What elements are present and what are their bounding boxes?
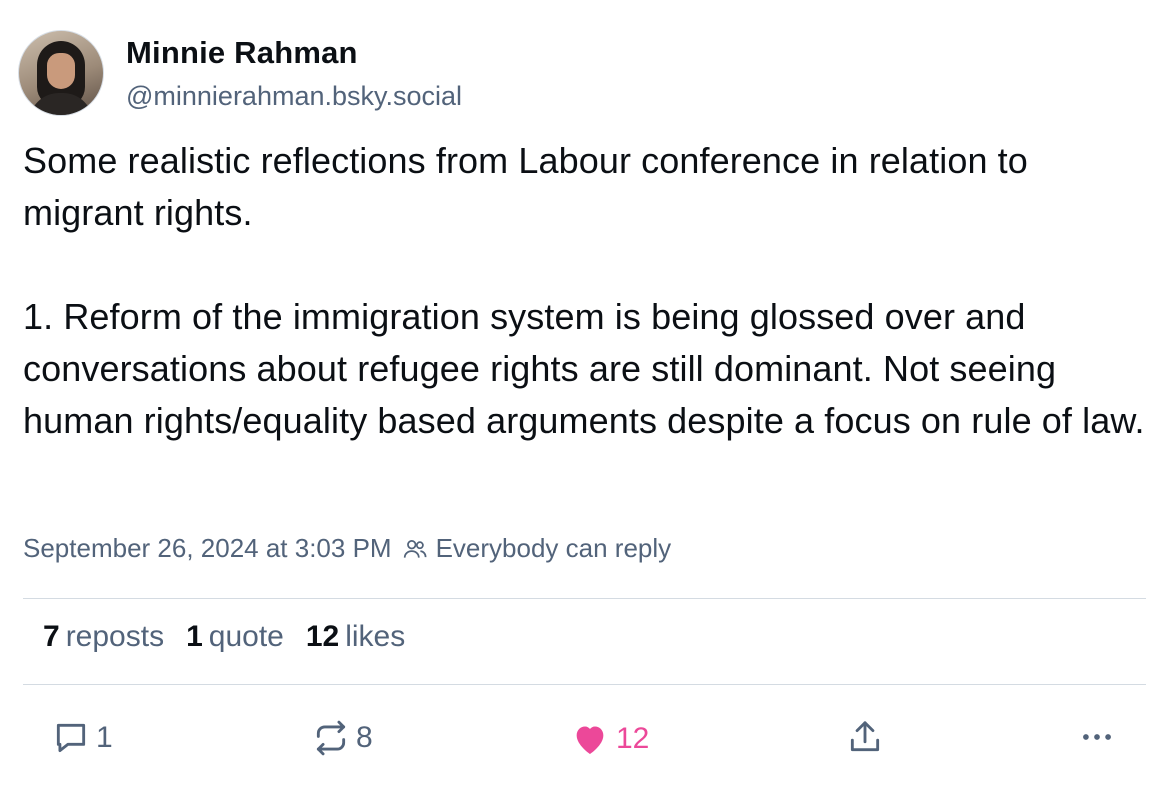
heart-icon: [576, 726, 604, 754]
reply-count: 1: [96, 721, 113, 754]
more-button[interactable]: [1078, 718, 1116, 756]
avatar[interactable]: [18, 30, 104, 116]
post-text: Some realistic reflections from Labour c…: [23, 135, 1158, 447]
reply-setting[interactable]: Everybody can reply: [436, 533, 672, 564]
reply-icon: [56, 723, 86, 753]
share-icon: [850, 721, 880, 752]
reposts-stat[interactable]: 7 reposts: [43, 620, 164, 654]
post-paragraph: 1. Reform of the immigration system is b…: [23, 296, 1145, 441]
post-paragraph: Some realistic reflections from Labour c…: [23, 140, 1028, 233]
post-meta: September 26, 2024 at 3:03 PM Everybody …: [23, 533, 671, 564]
repost-count: 8: [356, 721, 373, 754]
display-name[interactable]: Minnie Rahman: [126, 34, 462, 72]
more-icon: [1083, 734, 1111, 740]
repost-icon: [316, 720, 346, 756]
like-button[interactable]: 12: [570, 719, 649, 759]
divider: [23, 684, 1146, 685]
reply-button[interactable]: 1: [52, 719, 113, 757]
repost-button[interactable]: 8: [312, 719, 373, 757]
share-button[interactable]: [846, 718, 884, 756]
author-info: Minnie Rahman @minnierahman.bsky.social: [126, 34, 462, 113]
handle[interactable]: @minnierahman.bsky.social: [126, 79, 462, 113]
timestamp[interactable]: September 26, 2024 at 3:03 PM: [23, 533, 392, 564]
likes-stat[interactable]: 12 likes: [306, 620, 405, 654]
post-header: Minnie Rahman @minnierahman.bsky.social: [18, 30, 462, 116]
quotes-stat[interactable]: 1 quote: [186, 620, 284, 654]
action-bar: 1 8 12: [0, 716, 1169, 760]
divider: [23, 598, 1146, 599]
like-count: 12: [616, 722, 650, 755]
engagement-stats: 7 reposts 1 quote 12 likes: [43, 620, 427, 654]
people-icon: [403, 539, 427, 558]
